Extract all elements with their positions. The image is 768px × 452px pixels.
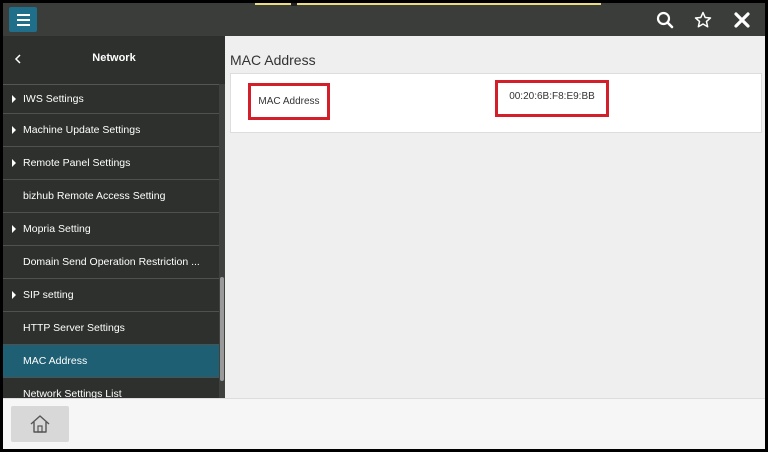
mac-address-value: 00:20:6B:F8:E9:BB — [495, 80, 609, 117]
home-icon — [30, 415, 50, 433]
top-indicator-line — [255, 3, 601, 6]
main-content: MAC Address MAC Address 00:20:6B:F8:E9:B… — [225, 36, 765, 398]
sidebar-item-mopria-setting[interactable]: Mopria Setting — [3, 213, 219, 246]
sidebar-item-label: Mopria Setting — [23, 223, 91, 235]
page-title: MAC Address — [230, 52, 316, 68]
sidebar-item-iws-settings[interactable]: IWS Settings — [3, 84, 219, 114]
hamburger-menu-icon-line — [16, 18, 30, 21]
close-icon — [734, 12, 750, 28]
star-icon — [694, 11, 712, 28]
search-button[interactable] — [652, 7, 678, 33]
sidebar-item-mac-address[interactable]: MAC Address — [3, 345, 219, 378]
favorite-button[interactable] — [690, 7, 716, 33]
close-button[interactable] — [729, 7, 755, 33]
home-button[interactable] — [11, 406, 69, 442]
mac-address-label: MAC Address — [248, 83, 330, 120]
top-bar — [3, 3, 765, 36]
sidebar-item-label: Machine Update Settings — [23, 124, 141, 136]
sidebar-item-label: MAC Address — [23, 355, 88, 367]
sidebar-item-http-server-settings[interactable]: HTTP Server Settings — [3, 312, 219, 345]
search-icon — [656, 11, 674, 29]
hamburger-menu-icon — [16, 13, 30, 16]
sidebar-item-label: bizhub Remote Access Setting — [23, 190, 166, 202]
top-indicator-mark — [291, 3, 297, 6]
sidebar-item-label: IWS Settings — [23, 92, 84, 105]
sidebar-header: Network — [3, 36, 225, 85]
sidebar-title: Network — [92, 52, 136, 64]
sidebar-item-network-settings-list[interactable]: Network Settings List — [3, 378, 219, 398]
sidebar-item-label: Domain Send Operation Restriction ... — [23, 256, 200, 268]
sidebar-scroll-thumb[interactable] — [220, 277, 224, 381]
sidebar-item-label: SIP setting — [23, 289, 74, 301]
sidebar-list: IWS Settings Machine Update Settings Rem… — [3, 84, 219, 398]
hamburger-menu-icon-line — [16, 23, 30, 26]
sidebar-item-label: Network Settings List — [23, 388, 122, 398]
menu-button[interactable] — [9, 7, 37, 32]
sidebar-item-machine-update-settings[interactable]: Machine Update Settings — [3, 114, 219, 147]
sidebar-item-label: HTTP Server Settings — [23, 322, 125, 334]
mac-address-panel: MAC Address 00:20:6B:F8:E9:BB — [230, 73, 762, 133]
bottom-bar — [3, 398, 765, 449]
sidebar-item-domain-send-restriction[interactable]: Domain Send Operation Restriction ... — [3, 246, 219, 279]
expand-arrow-icon — [12, 94, 16, 103]
expand-arrow-icon — [12, 126, 16, 134]
sidebar-item-label: Remote Panel Settings — [23, 157, 131, 169]
sidebar-item-sip-setting[interactable]: SIP setting — [3, 279, 219, 312]
expand-arrow-icon — [12, 159, 16, 167]
sidebar-item-remote-panel-settings[interactable]: Remote Panel Settings — [3, 147, 219, 180]
sidebar: Network IWS Settings Machine Update Sett… — [3, 36, 225, 398]
sidebar-item-bizhub-remote-access[interactable]: bizhub Remote Access Setting — [3, 180, 219, 213]
expand-arrow-icon — [12, 291, 16, 299]
expand-arrow-icon — [12, 225, 16, 233]
app-window: Network IWS Settings Machine Update Sett… — [3, 3, 765, 449]
